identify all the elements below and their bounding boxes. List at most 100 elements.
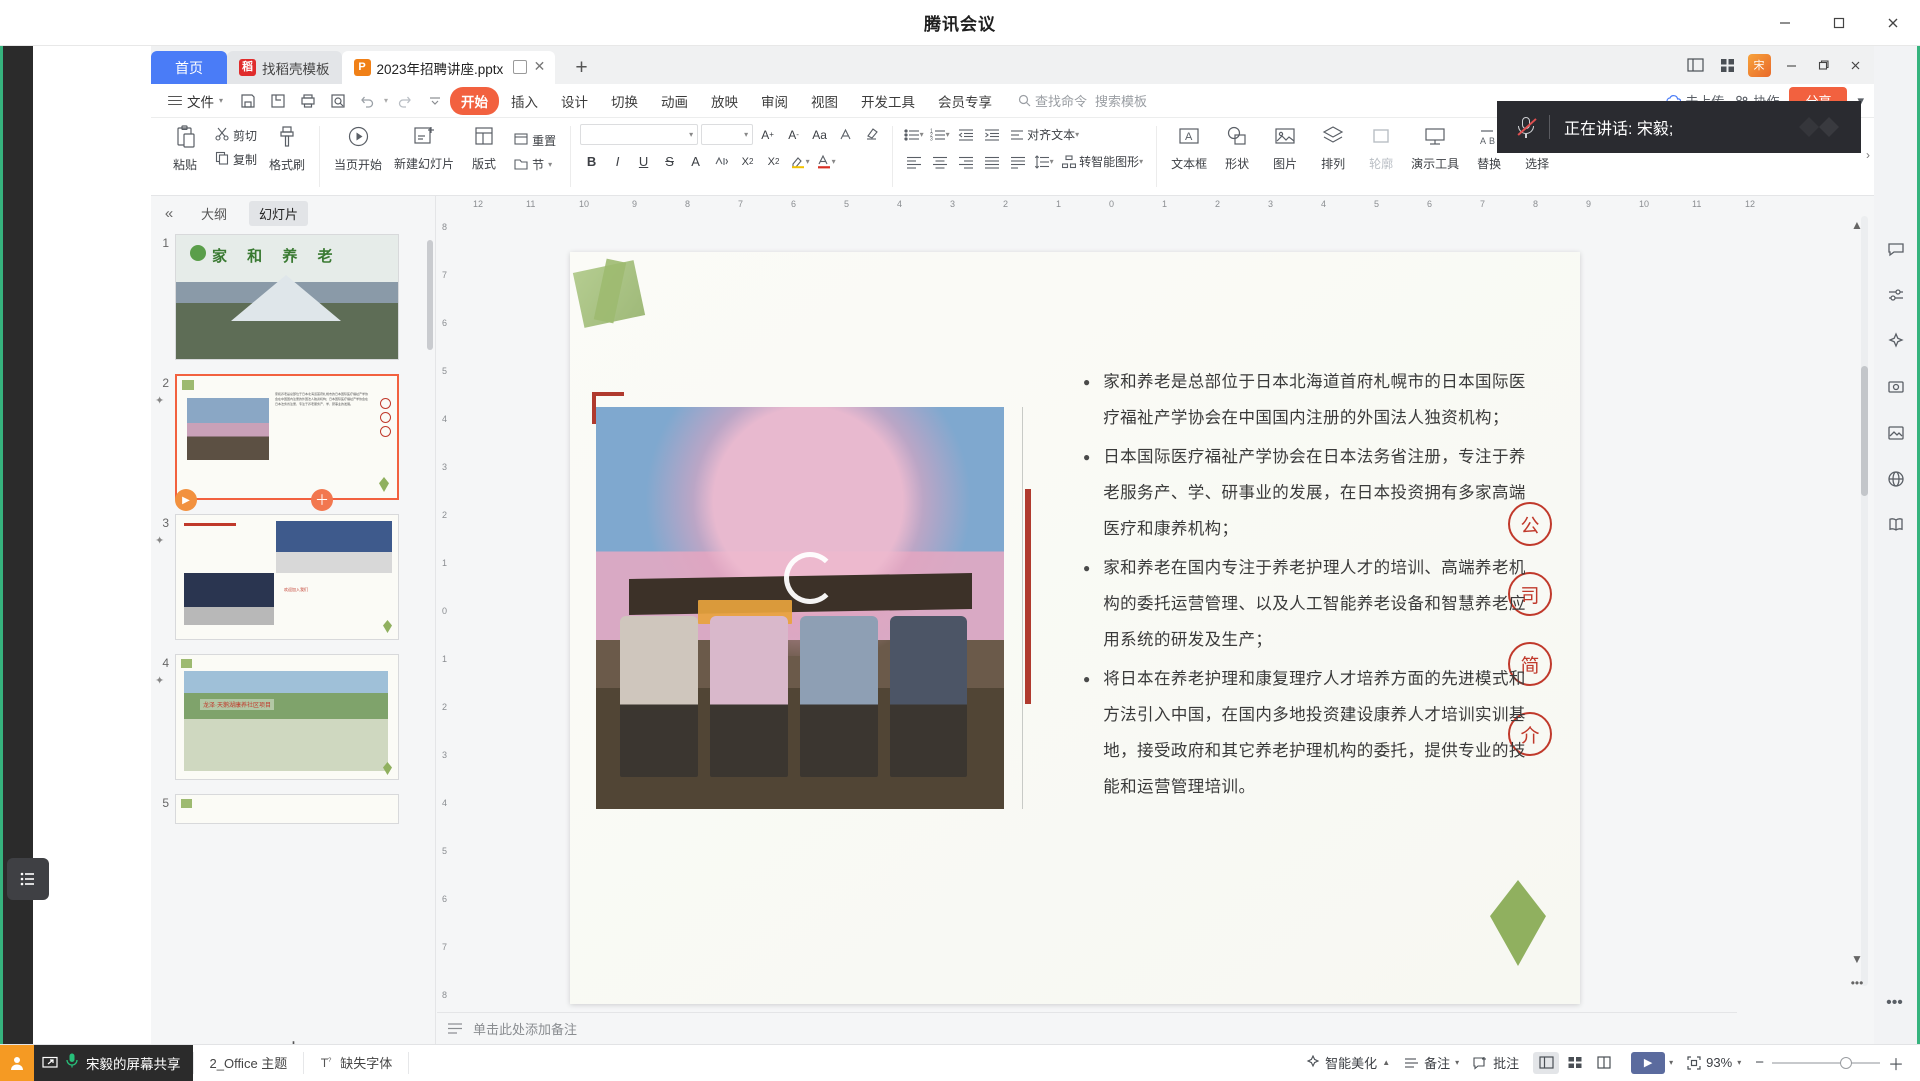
smartart-button[interactable]: 转智能图形 ▾ <box>1058 151 1147 172</box>
minimize-button[interactable] <box>1758 0 1812 46</box>
new-slide-button[interactable]: 新建幻灯片 <box>389 122 459 175</box>
ribbon-tab-insert[interactable]: 插入 <box>500 87 549 115</box>
change-case-button[interactable]: Aa <box>808 124 831 145</box>
thumbnail-item[interactable]: 1 家 和 养 老 <box>151 234 436 360</box>
ribbon-more-icon[interactable]: › <box>1866 148 1870 162</box>
copy-button[interactable]: 复制 <box>210 149 262 170</box>
thumbnail-add-button[interactable]: ＋ <box>311 489 333 511</box>
decrease-indent-button[interactable] <box>954 124 977 145</box>
split-view-icon[interactable] <box>1680 51 1710 79</box>
tab-outline[interactable]: 大纲 <box>191 201 237 226</box>
tab-restore-icon[interactable] <box>513 60 527 74</box>
notes-button[interactable]: 备注 ▾ <box>1404 1053 1459 1072</box>
arrange-button[interactable]: 排列 <box>1310 122 1356 175</box>
print-icon[interactable] <box>293 87 322 114</box>
layout-button[interactable]: 版式 <box>461 122 507 175</box>
print-preview-icon[interactable] <box>323 87 352 114</box>
strikethrough-button[interactable]: S <box>658 151 681 172</box>
zoom-level[interactable]: 93% <box>1706 1055 1732 1070</box>
bullets-button[interactable]: ▾ <box>902 124 925 145</box>
save-icon[interactable] <box>233 87 262 114</box>
font-size-input[interactable]: ▾ <box>701 124 753 145</box>
feedback-icon[interactable] <box>1873 226 1918 272</box>
reading-tool-icon[interactable] <box>1873 502 1918 548</box>
align-left-button[interactable] <box>902 151 925 172</box>
ribbon-tab-transition[interactable]: 切换 <box>600 87 649 115</box>
text-shadow-button[interactable]: A <box>684 151 707 172</box>
thumbnail-item[interactable]: 3 ✦ 欢迎加入我们 <box>151 514 436 640</box>
ribbon-tab-animation[interactable]: 动画 <box>650 87 699 115</box>
smart-beautify-button[interactable]: 智能美化 ▲ <box>1306 1053 1390 1072</box>
present-tools-button[interactable]: 演示工具 <box>1406 122 1464 175</box>
zoom-slider-knob[interactable] <box>1840 1057 1852 1069</box>
start-slideshow-button[interactable]: ▶ <box>1631 1052 1665 1074</box>
tab-close-icon[interactable]: ✕ <box>534 58 546 75</box>
ribbon-tab-view[interactable]: 视图 <box>800 87 849 115</box>
normal-view-icon[interactable] <box>1533 1052 1559 1074</box>
cut-button[interactable]: 剪切 <box>210 125 262 146</box>
notes-bar[interactable]: 单击此处添加备注 <box>437 1012 1737 1044</box>
search-box[interactable]: 查找命令 搜索模板 <box>1018 91 1147 110</box>
redo-icon[interactable] <box>390 87 419 114</box>
wps-close-icon[interactable] <box>1840 51 1870 79</box>
comments-button[interactable]: 批注 <box>1473 1053 1519 1072</box>
increase-indent-button[interactable] <box>980 124 1003 145</box>
user-account-icon[interactable] <box>0 1045 34 1081</box>
customize-toolbar-icon[interactable] <box>420 87 449 114</box>
undo-icon[interactable] <box>353 87 382 114</box>
line-spacing-button[interactable]: ▾ <box>1032 151 1055 172</box>
new-tab-button[interactable]: + <box>565 56 597 84</box>
format-painter-button[interactable]: 格式刷 <box>264 122 310 176</box>
italic-button[interactable]: I <box>606 151 629 172</box>
ribbon-tab-design[interactable]: 设计 <box>550 87 599 115</box>
canvas-more-icon[interactable]: ••• <box>1846 972 1868 994</box>
tab-slides[interactable]: 幻灯片 <box>249 201 308 226</box>
ribbon-tab-review[interactable]: 审阅 <box>750 87 799 115</box>
tab-home[interactable]: 首页 <box>151 51 227 84</box>
start-from-current-button[interactable]: 当页开始 <box>329 122 387 176</box>
zoom-slider[interactable]: − ＋ <box>1755 1051 1904 1075</box>
section-button[interactable]: 节 ▾ <box>509 154 561 175</box>
ribbon-tab-slideshow[interactable]: 放映 <box>700 87 749 115</box>
tab-template-store[interactable]: 稻 找稻壳模板 <box>227 51 342 84</box>
zoom-in-button[interactable]: ＋ <box>1888 1051 1904 1075</box>
paste-button[interactable]: 粘贴 <box>162 122 208 176</box>
slide-sorter-icon[interactable] <box>1562 1052 1588 1074</box>
slide-thumbnail-2[interactable]: 家和养老是总部位于日本北海道首府札幌市的日本国际医疗福祉产学协会在中国国内注册的… <box>175 374 399 500</box>
distribute-button[interactable] <box>1006 151 1029 172</box>
superscript-button[interactable]: X2 <box>736 151 759 172</box>
user-avatar[interactable]: 宋 <box>1744 51 1774 79</box>
text-effects-button[interactable] <box>834 124 857 145</box>
grid-view-icon[interactable] <box>1712 51 1742 79</box>
align-right-button[interactable] <box>954 151 977 172</box>
scroll-up-icon[interactable]: ▲ <box>1846 214 1868 236</box>
ai-star-icon[interactable] <box>1873 318 1918 364</box>
underline-button[interactable]: U <box>632 151 655 172</box>
image-tool-icon[interactable] <box>1873 410 1918 456</box>
slide-thumbnail-4[interactable]: 龙泽·天鹅湖康养社区项目 <box>175 654 399 780</box>
shapes-button[interactable]: 形状 <box>1214 122 1260 175</box>
thumbnail-scrollbar[interactable] <box>427 240 433 350</box>
slide-thumbnail-1[interactable]: 家 和 养 老 <box>175 234 399 360</box>
wps-restore-icon[interactable] <box>1808 51 1838 79</box>
slide-editing-surface[interactable]: 公 司 简 介 ● 家和养老是总部位于日本北海道首府札幌市的日本国际医疗福祉产学… <box>570 252 1580 1004</box>
collapse-panel-icon[interactable]: « <box>159 205 179 222</box>
thumbnail-scroll-area[interactable]: 1 家 和 养 老 2 ✦ <box>151 230 436 1042</box>
grow-font-button[interactable]: A+ <box>756 124 779 145</box>
zoom-slider-track[interactable] <box>1772 1062 1880 1064</box>
char-spacing-button[interactable] <box>710 151 733 172</box>
slide-text-body[interactable]: ● 家和养老是总部位于日本北海道首府札幌市的日本国际医疗福祉产学协会在中国国内注… <box>1083 364 1533 808</box>
outline-button[interactable]: 轮廓 <box>1358 122 1404 175</box>
shrink-font-button[interactable]: A- <box>782 124 805 145</box>
reading-view-icon[interactable] <box>1591 1052 1617 1074</box>
more-options-icon[interactable]: ••• <box>1872 980 1917 1026</box>
ribbon-tab-developer[interactable]: 开发工具 <box>850 87 926 115</box>
settings-sliders-icon[interactable] <box>1873 272 1918 318</box>
save-as-icon[interactable] <box>263 87 292 114</box>
numbering-button[interactable]: 123 ▾ <box>928 124 951 145</box>
picture-button[interactable]: 图片 <box>1262 122 1308 175</box>
missing-font-indicator[interactable]: ? 缺失字体 <box>304 1052 409 1074</box>
globe-icon[interactable] <box>1873 456 1918 502</box>
thumbnail-item[interactable]: 4 ✦ 龙泽·天鹅湖康养社区项目 <box>151 654 436 780</box>
screen-share-indicator[interactable]: 宋毅的屏幕共享 <box>34 1045 193 1081</box>
